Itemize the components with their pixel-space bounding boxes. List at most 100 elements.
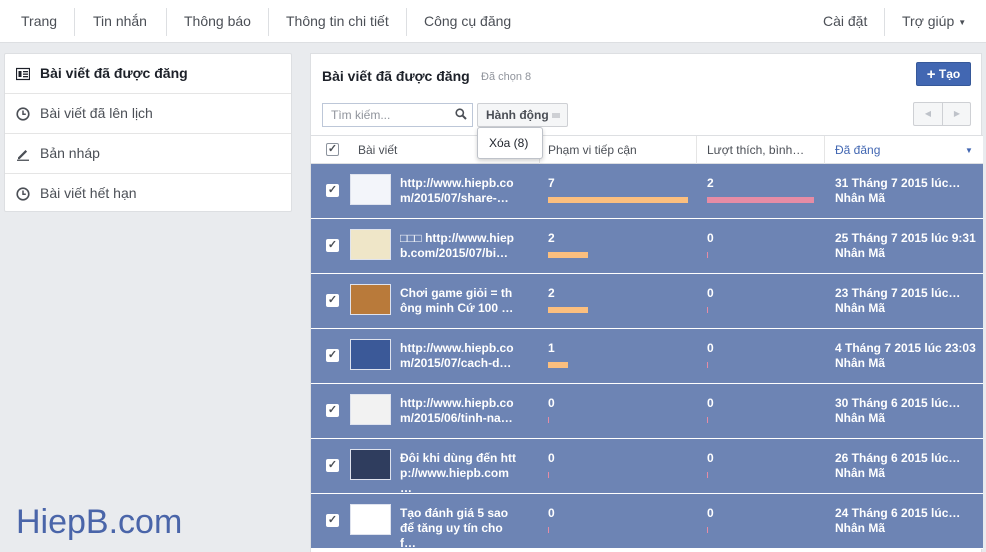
table-row[interactable]: ✓ Đôi khi dùng đến htt p://www.hiepb.com……	[311, 439, 983, 496]
reach-value: 7	[548, 176, 555, 190]
search-input[interactable]	[323, 104, 451, 126]
sidebar: Bài viết đã được đăng Bài viết đã lên lị…	[4, 53, 292, 212]
table-row[interactable]: ✓ http://www.hiepb.co m/2015/07/share-… 7 2…	[311, 164, 983, 219]
post-thumbnail[interactable]	[350, 229, 391, 260]
nav-thong-tin-chi-tiet[interactable]: Thông tin chi tiết	[286, 0, 389, 43]
table-row[interactable]: ✓ http://www.hiepb.co m/2015/06/tinh-na… 0…	[311, 384, 983, 439]
nav-help-label: Trợ giúp	[902, 13, 955, 29]
likes-value: 0	[707, 286, 714, 300]
likes-value: 0	[707, 396, 714, 410]
delete-menu-item[interactable]: Xóa (8)	[477, 127, 543, 159]
clock-icon	[16, 187, 30, 201]
table-row[interactable]: ✓ http://www.hiepb.co m/2015/07/cach-d… 1 0…	[311, 329, 983, 384]
main-panel: Bài viết đã được đăng Đã chọn 8 + Tạo Hà…	[310, 53, 983, 552]
post-text[interactable]: Đôi khi dùng đến htt p://www.hiepb.com…	[400, 451, 518, 496]
nav-divider	[268, 8, 269, 36]
row-checkbox[interactable]: ✓	[326, 514, 339, 527]
row-checkbox[interactable]: ✓	[326, 184, 339, 197]
likes-bar	[707, 362, 708, 368]
reach-bar	[548, 472, 549, 478]
likes-bar	[707, 252, 708, 258]
post-thumbnail[interactable]	[350, 174, 391, 205]
reach-bar	[548, 362, 568, 368]
sidebar-item-scheduled[interactable]: Bài viết đã lên lịch	[5, 94, 291, 134]
sidebar-item-published[interactable]: Bài viết đã được đăng	[5, 54, 291, 94]
table-row[interactable]: ✓ Tạo đánh giá 5 sao để tăng uy tín cho f…	[311, 494, 983, 551]
next-page-button[interactable]: ▶	[943, 103, 971, 125]
search-icon[interactable]	[455, 108, 467, 120]
nav-settings[interactable]: Cài đặt	[823, 0, 867, 43]
column-header-published[interactable]: Đã đăng	[835, 143, 880, 157]
post-text[interactable]: Tạo đánh giá 5 sao để tăng uy tín cho f…	[400, 506, 518, 551]
nav-cong-cu-dang[interactable]: Công cụ đăng	[424, 0, 511, 43]
nav-divider	[74, 8, 75, 36]
sidebar-item-drafts[interactable]: Bản nháp	[5, 134, 291, 174]
post-author[interactable]: Nhân Mã	[835, 301, 885, 315]
post-text[interactable]: □□□ http://www.hiep b.com/2015/07/bi…	[400, 231, 518, 261]
post-text[interactable]: http://www.hiepb.co m/2015/07/share-…	[400, 176, 518, 206]
pagination: ◀ ▶	[913, 102, 971, 126]
likes-bar	[707, 197, 814, 203]
row-checkbox[interactable]: ✓	[326, 404, 339, 417]
sidebar-item-label: Bài viết đã lên lịch	[40, 105, 153, 121]
published-date: 25 Tháng 7 2015 lúc 9:31	[835, 231, 976, 245]
published-info: 26 Tháng 6 2015 lúc… Nhân Mã	[835, 451, 980, 481]
nav-trang[interactable]: Trang	[21, 0, 57, 43]
table-row[interactable]: ✓ □□□ http://www.hiep b.com/2015/07/bi… 2 0…	[311, 219, 983, 274]
post-author[interactable]: Nhân Mã	[835, 191, 885, 205]
published-date: 31 Tháng 7 2015 lúc…	[835, 176, 961, 190]
post-author[interactable]: Nhân Mã	[835, 246, 885, 260]
post-thumbnail[interactable]	[350, 449, 391, 480]
post-author[interactable]: Nhân Mã	[835, 411, 885, 425]
column-header-post[interactable]: Bài viết	[358, 143, 397, 157]
column-header-reach[interactable]: Phạm vi tiếp cận	[548, 143, 637, 157]
post-text[interactable]: http://www.hiepb.co m/2015/07/cach-d…	[400, 341, 518, 371]
top-nav: Trang Tin nhắn Thông báo Thông tin chi t…	[0, 0, 986, 43]
likes-value: 0	[707, 231, 714, 245]
published-info: 4 Tháng 7 2015 lúc 23:03 Nhân Mã	[835, 341, 980, 371]
published-info: 23 Tháng 7 2015 lúc… Nhân Mã	[835, 286, 980, 316]
prev-page-button[interactable]: ◀	[914, 103, 942, 125]
reach-value: 1	[548, 341, 555, 355]
published-info: 25 Tháng 7 2015 lúc 9:31 Nhân Mã	[835, 231, 980, 261]
actions-dropdown[interactable]: Hành động	[477, 103, 568, 127]
post-thumbnail[interactable]	[350, 394, 391, 425]
published-date: 30 Tháng 6 2015 lúc…	[835, 396, 961, 410]
likes-value: 0	[707, 451, 714, 465]
post-text[interactable]: http://www.hiepb.co m/2015/06/tinh-na…	[400, 396, 518, 426]
nav-help[interactable]: Trợ giúp ▼	[902, 0, 966, 43]
row-checkbox[interactable]: ✓	[326, 349, 339, 362]
post-thumbnail[interactable]	[350, 339, 391, 370]
row-checkbox[interactable]: ✓	[326, 294, 339, 307]
clock-icon	[16, 107, 30, 121]
nav-thong-bao[interactable]: Thông báo	[184, 0, 251, 43]
sort-desc-icon[interactable]: ▼	[965, 146, 973, 155]
post-author[interactable]: Nhân Mã	[835, 466, 885, 480]
page-title: Bài viết đã được đăng	[322, 68, 470, 84]
likes-bar	[707, 472, 708, 478]
post-author[interactable]: Nhân Mã	[835, 356, 885, 370]
table-row[interactable]: ✓ Chơi game giỏi = th ông minh Cứ 100 … 2 0…	[311, 274, 983, 329]
post-author[interactable]: Nhân Mã	[835, 521, 885, 535]
published-info: 30 Tháng 6 2015 lúc… Nhân Mã	[835, 396, 980, 426]
watermark: HiepB.com	[16, 503, 183, 541]
published-date: 24 Tháng 6 2015 lúc…	[835, 506, 961, 520]
row-checkbox[interactable]: ✓	[326, 239, 339, 252]
select-all-checkbox[interactable]: ✓	[326, 143, 339, 156]
column-divider	[824, 136, 825, 164]
nav-tin-nhan[interactable]: Tin nhắn	[93, 0, 147, 43]
column-header-likes[interactable]: Lượt thích, bình…	[707, 143, 804, 157]
post-thumbnail[interactable]	[350, 284, 391, 315]
row-checkbox[interactable]: ✓	[326, 459, 339, 472]
post-thumbnail[interactable]	[350, 504, 391, 535]
post-text[interactable]: Chơi game giỏi = th ông minh Cứ 100 …	[400, 286, 518, 316]
actions-dropdown-label: Hành động	[486, 108, 549, 122]
sidebar-item-expired[interactable]: Bài viết hết hạn	[5, 174, 291, 214]
reach-value: 0	[548, 506, 555, 520]
create-button[interactable]: + Tạo	[916, 62, 971, 86]
plus-icon: +	[926, 66, 936, 83]
published-date: 4 Tháng 7 2015 lúc 23:03	[835, 341, 976, 355]
search-box	[322, 103, 473, 127]
column-divider	[696, 136, 697, 164]
reach-bar	[548, 417, 549, 423]
